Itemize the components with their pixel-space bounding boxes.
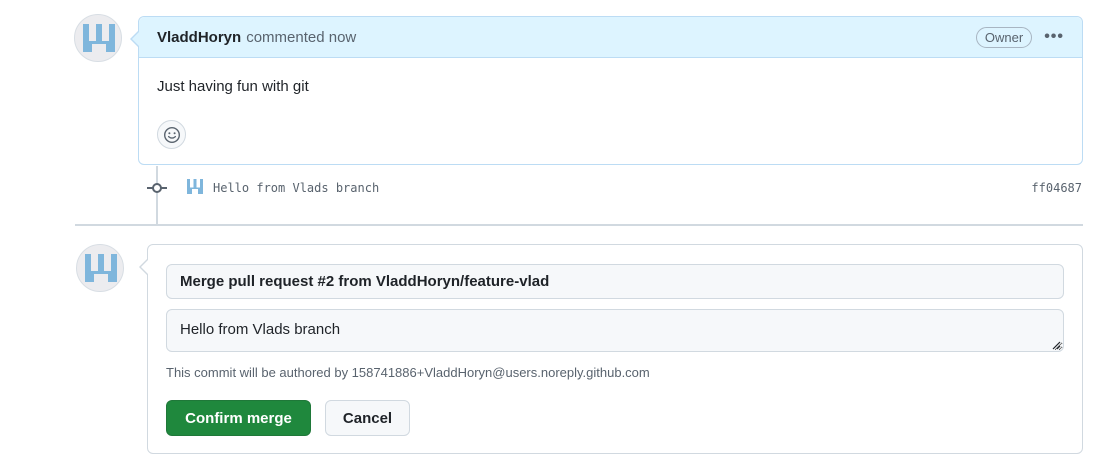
comment-header: VladdHoryn commented now Owner ••• bbox=[139, 17, 1082, 58]
commit-message-link[interactable]: Hello from Vlads branch bbox=[213, 181, 379, 195]
commit-title-input[interactable] bbox=[166, 264, 1064, 299]
merge-form: Hello from Vlads branch This commit will… bbox=[139, 244, 1083, 454]
confirm-merge-button[interactable]: Confirm merge bbox=[166, 400, 311, 436]
add-reaction-button[interactable] bbox=[157, 120, 186, 149]
merger-avatar[interactable] bbox=[76, 244, 124, 292]
comment-author-link[interactable]: VladdHoryn bbox=[157, 29, 241, 46]
timeline-line bbox=[156, 166, 158, 224]
kebab-icon[interactable]: ••• bbox=[1044, 28, 1064, 46]
identicon-avatar bbox=[83, 24, 115, 52]
commit-node bbox=[152, 183, 162, 193]
cancel-button[interactable]: Cancel bbox=[325, 400, 410, 436]
comment-body: Just having fun with git bbox=[157, 78, 309, 95]
commit-author-avatar[interactable] bbox=[185, 177, 205, 197]
smiley-icon bbox=[163, 126, 180, 143]
timeline-divider bbox=[75, 224, 1083, 226]
identicon-avatar bbox=[85, 254, 117, 282]
comment-box: VladdHoryn commented now Owner ••• Just … bbox=[130, 16, 1083, 165]
commit-body-textarea[interactable]: Hello from Vlads branch bbox=[166, 309, 1064, 352]
resize-grip-icon[interactable] bbox=[1051, 340, 1061, 350]
commit-sha-link[interactable]: ff04687 bbox=[1031, 181, 1082, 195]
comment-timestamp[interactable]: commented now bbox=[246, 29, 356, 46]
author-avatar[interactable] bbox=[74, 14, 122, 62]
owner-badge: Owner bbox=[975, 26, 1033, 48]
commit-author-note: This commit will be authored by 15874188… bbox=[166, 365, 650, 380]
